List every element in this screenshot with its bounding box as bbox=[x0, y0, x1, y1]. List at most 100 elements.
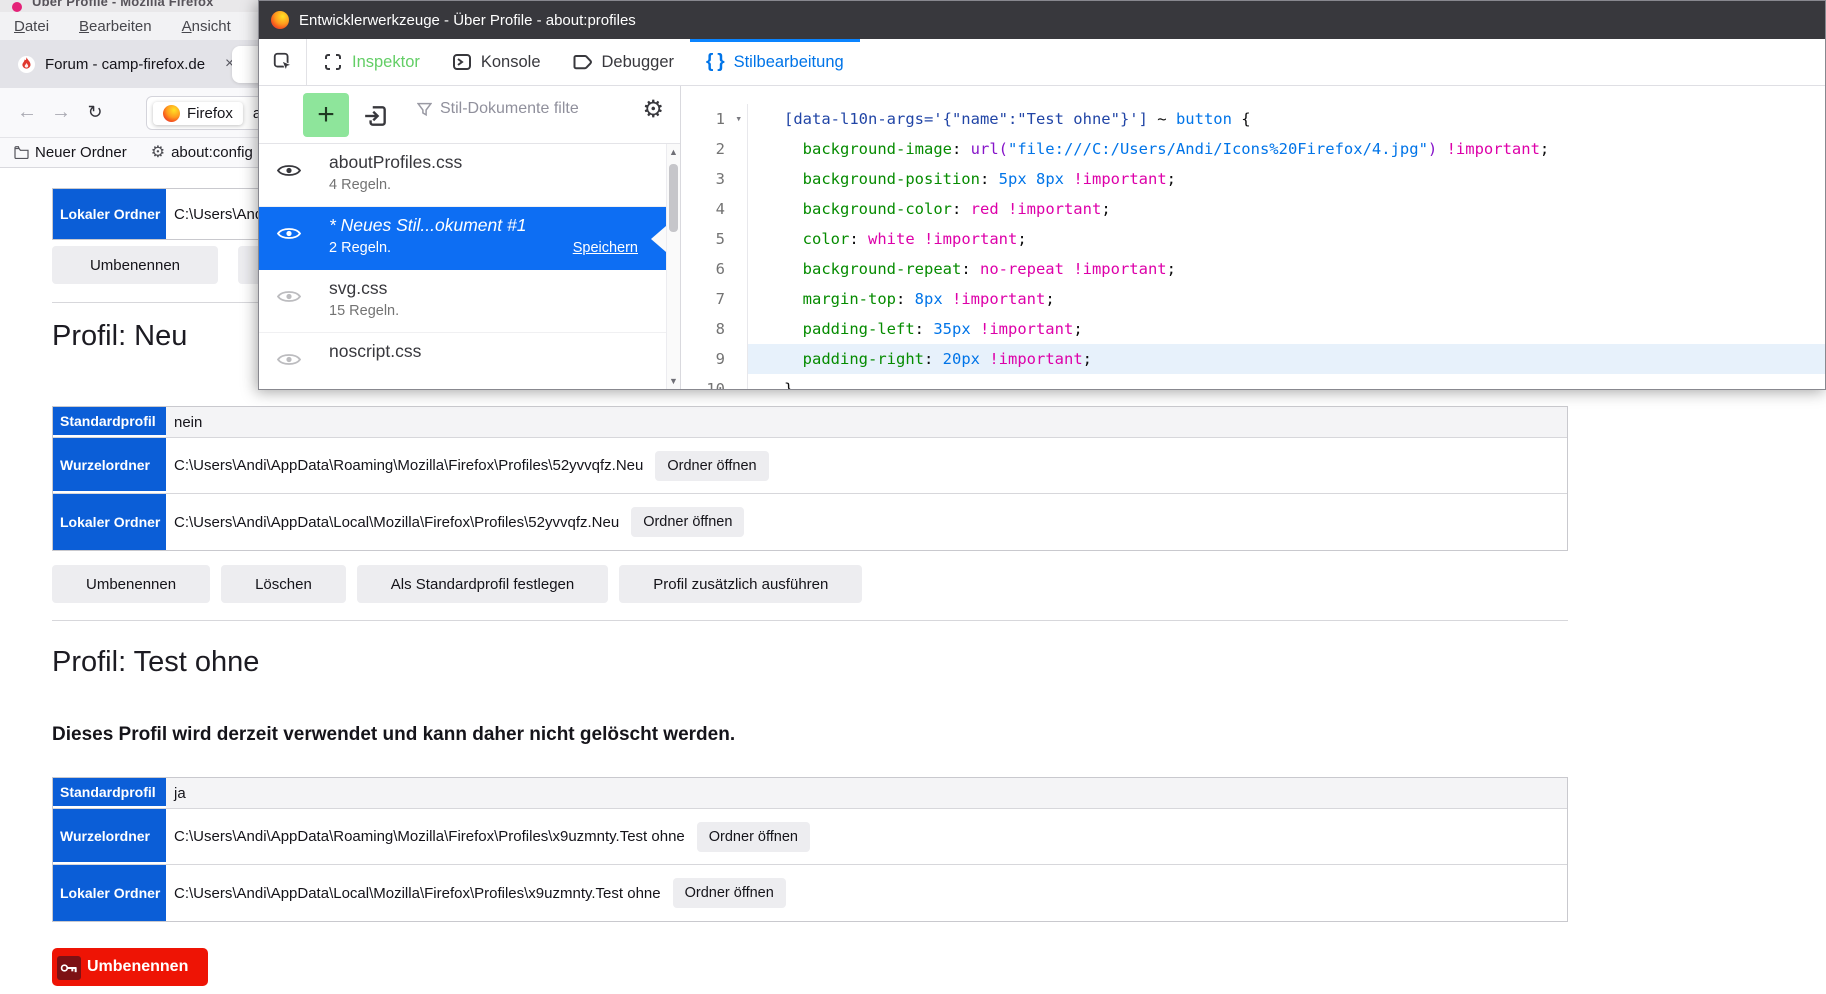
code-text: margin-top: 8px !important; bbox=[748, 284, 1825, 314]
line-number: 10 bbox=[682, 374, 748, 389]
code-line-3[interactable]: 3 background-position: 5px 8px !importan… bbox=[682, 164, 1825, 194]
sidebar-scrollbar[interactable]: ▲ ▼ bbox=[666, 144, 680, 389]
save-stylesheet-link[interactable]: Speichern bbox=[573, 240, 638, 256]
menu-item-1[interactable]: Bearbeiten bbox=[79, 18, 152, 35]
flame-favicon-icon bbox=[18, 56, 35, 73]
profile-table-row: Lokaler OrdnerC:\Users\Andi\AppData\Loca… bbox=[53, 865, 1567, 921]
row-label: Standardprofil bbox=[53, 407, 166, 437]
profile-action-profil-zus-tzlich-ausf-hren[interactable]: Profil zusätzlich ausführen bbox=[619, 565, 862, 603]
css-code-editor[interactable]: 1▾[data-l10n-args='{"name":"Test ohne"}'… bbox=[682, 86, 1825, 389]
scroll-up-icon[interactable]: ▲ bbox=[667, 144, 680, 160]
scroll-thumb[interactable] bbox=[669, 164, 678, 232]
tab-debugger[interactable]: Debugger bbox=[557, 39, 690, 85]
profile-action-als-standardprofil-festlegen[interactable]: Als Standardprofil festlegen bbox=[357, 565, 608, 603]
eye-icon[interactable] bbox=[277, 288, 301, 305]
code-line-6[interactable]: 6 background-repeat: no-repeat !importan… bbox=[682, 254, 1825, 284]
filter-stylesheets-input[interactable] bbox=[440, 100, 660, 118]
code-line-2[interactable]: 2 background-image: url("file:///C:/User… bbox=[682, 134, 1825, 164]
row-value: C:\Users\Andi\AppData\Local\Mozilla\Fire… bbox=[166, 494, 1567, 550]
menu-item-2[interactable]: Ansicht bbox=[182, 18, 231, 35]
import-stylesheet-button[interactable] bbox=[363, 103, 389, 129]
bookmark-about-config[interactable]: ⚙ about:config bbox=[151, 144, 253, 161]
code-line-8[interactable]: 8 padding-left: 35px !important; bbox=[682, 314, 1825, 344]
row-value-text: nein bbox=[174, 414, 202, 431]
browser-tab[interactable]: Forum - camp-firefox.de × bbox=[6, 40, 246, 88]
row-label: Lokaler Ordner bbox=[53, 865, 166, 921]
forward-button[interactable]: → bbox=[44, 101, 78, 124]
eye-icon[interactable] bbox=[277, 162, 301, 179]
devtools-titlebar: Entwicklerwerkzeuge - Über Profile - abo… bbox=[259, 1, 1825, 39]
profile-actions: Umbenennen Löschen Als Standardprofil fest… bbox=[52, 565, 862, 603]
styled-rename-label: Umbenennen bbox=[87, 958, 188, 975]
eye-icon[interactable] bbox=[277, 225, 301, 242]
divider bbox=[52, 620, 1568, 621]
devtools-toolbar: Inspektor Konsole Debugger { } Stilbearb… bbox=[259, 39, 1825, 86]
profile-table-row: Standardprofilja bbox=[53, 778, 1567, 809]
stylesheet-name: noscript.css bbox=[329, 341, 680, 362]
open-folder-button[interactable]: Ordner öffnen bbox=[655, 451, 768, 481]
menu-item-0[interactable]: Datei bbox=[14, 18, 49, 35]
tab-label: Stilbearbeitung bbox=[734, 53, 844, 72]
code-text: } bbox=[748, 374, 1825, 389]
import-icon bbox=[363, 103, 389, 129]
row-value: nein bbox=[166, 407, 1567, 437]
selected-notch bbox=[651, 226, 666, 252]
profile-table: StandardprofilneinWurzelordnerC:\Users\A… bbox=[52, 406, 1568, 551]
tab-label: Debugger bbox=[602, 53, 674, 72]
open-folder-button[interactable]: Ordner öffnen bbox=[697, 822, 810, 852]
stylesheet-item[interactable]: svg.css 15 Regeln. bbox=[259, 270, 680, 333]
stylesheet-name: svg.css bbox=[329, 278, 680, 299]
console-icon bbox=[452, 52, 472, 72]
line-number: 5 bbox=[682, 224, 748, 254]
code-text: color: white !important; bbox=[748, 224, 1825, 254]
profile-table: StandardprofiljaWurzelordnerC:\Users\And… bbox=[52, 777, 1568, 922]
code-line-10[interactable]: 10} bbox=[682, 374, 1825, 389]
new-stylesheet-button[interactable]: + bbox=[303, 93, 349, 137]
search-engine-chip[interactable]: Firefox bbox=[153, 102, 243, 125]
back-button[interactable]: ← bbox=[10, 101, 44, 124]
reload-button[interactable]: ↻ bbox=[78, 102, 112, 123]
code-line-5[interactable]: 5 color: white !important; bbox=[682, 224, 1825, 254]
profile-table-row: WurzelordnerC:\Users\Andi\AppData\Roamin… bbox=[53, 809, 1567, 865]
open-folder-button[interactable]: Ordner öffnen bbox=[673, 878, 786, 908]
row-value: C:\Users\Andi\AppData\Roaming\Mozilla\Fi… bbox=[166, 809, 1567, 864]
code-text: background-color: red !important; bbox=[748, 194, 1825, 224]
profile-action-l-schen[interactable]: Löschen bbox=[221, 565, 346, 603]
devtools-title: Entwicklerwerkzeuge - Über Profile - abo… bbox=[299, 12, 636, 29]
stylesheet-item[interactable]: aboutProfiles.css 4 Regeln. bbox=[259, 144, 680, 207]
tab-stilbearbeitung[interactable]: { } Stilbearbeitung bbox=[690, 39, 860, 85]
tab-inspektor[interactable]: Inspektor bbox=[307, 39, 436, 85]
options-gear-icon[interactable]: ⚙ bbox=[642, 98, 664, 122]
profile-heading: Profil: Test ohne bbox=[52, 646, 259, 679]
eye-icon[interactable] bbox=[277, 351, 301, 368]
code-line-9[interactable]: 9 padding-right: 20px !important; bbox=[682, 344, 1825, 374]
pick-element-button[interactable] bbox=[259, 39, 307, 85]
bookmark-neuer-ordner[interactable]: Neuer Ordner bbox=[14, 144, 127, 161]
tab-konsole[interactable]: Konsole bbox=[436, 39, 557, 85]
row-value-text: C:\Users\Andi\AppData\Roaming\Mozilla\Fi… bbox=[174, 457, 643, 474]
row-label: Lokaler Ordner bbox=[53, 189, 166, 239]
rename-button[interactable]: Umbenennen bbox=[52, 246, 218, 284]
code-line-1[interactable]: 1▾[data-l10n-args='{"name":"Test ohne"}'… bbox=[682, 104, 1825, 134]
stylesheet-item[interactable]: noscript.css bbox=[259, 333, 680, 389]
code-text: background-repeat: no-repeat !important; bbox=[748, 254, 1825, 284]
line-number: 1▾ bbox=[682, 104, 748, 134]
filter-box bbox=[417, 100, 660, 118]
scroll-down-icon[interactable]: ▼ bbox=[667, 373, 680, 389]
style-editor-toolbar: + ⚙ bbox=[259, 86, 680, 144]
stylesheet-name: * Neues Stil...okument #1 bbox=[329, 215, 680, 236]
url-chip-label: Firefox bbox=[187, 105, 233, 122]
profile-action-umbenennen[interactable]: Umbenennen bbox=[52, 565, 210, 603]
row-value-text: C:\Users\And bbox=[174, 206, 263, 223]
row-value-text: C:\Users\Andi\AppData\Roaming\Mozilla\Fi… bbox=[174, 828, 685, 845]
fold-arrow-icon[interactable]: ▾ bbox=[735, 104, 742, 134]
stylesheet-item-selected[interactable]: * Neues Stil...okument #1 2 Regeln. Spei… bbox=[259, 207, 680, 270]
profile-table-row: Lokaler OrdnerC:\Users\Andi\AppData\Loca… bbox=[53, 494, 1567, 550]
code-line-4[interactable]: 4 background-color: red !important; bbox=[682, 194, 1825, 224]
code-text: [data-l10n-args='{"name":"Test ohne"}'] … bbox=[748, 104, 1825, 134]
code-line-7[interactable]: 7 margin-top: 8px !important; bbox=[682, 284, 1825, 314]
styled-rename-button[interactable]: Umbenennen bbox=[52, 948, 208, 986]
open-folder-button[interactable]: Ordner öffnen bbox=[631, 507, 744, 537]
stylesheet-rule-count: 2 Regeln. bbox=[329, 240, 391, 256]
style-editor-sidebar: + ⚙ aboutProfiles.css 4 Regeln. * Neues … bbox=[259, 86, 681, 389]
